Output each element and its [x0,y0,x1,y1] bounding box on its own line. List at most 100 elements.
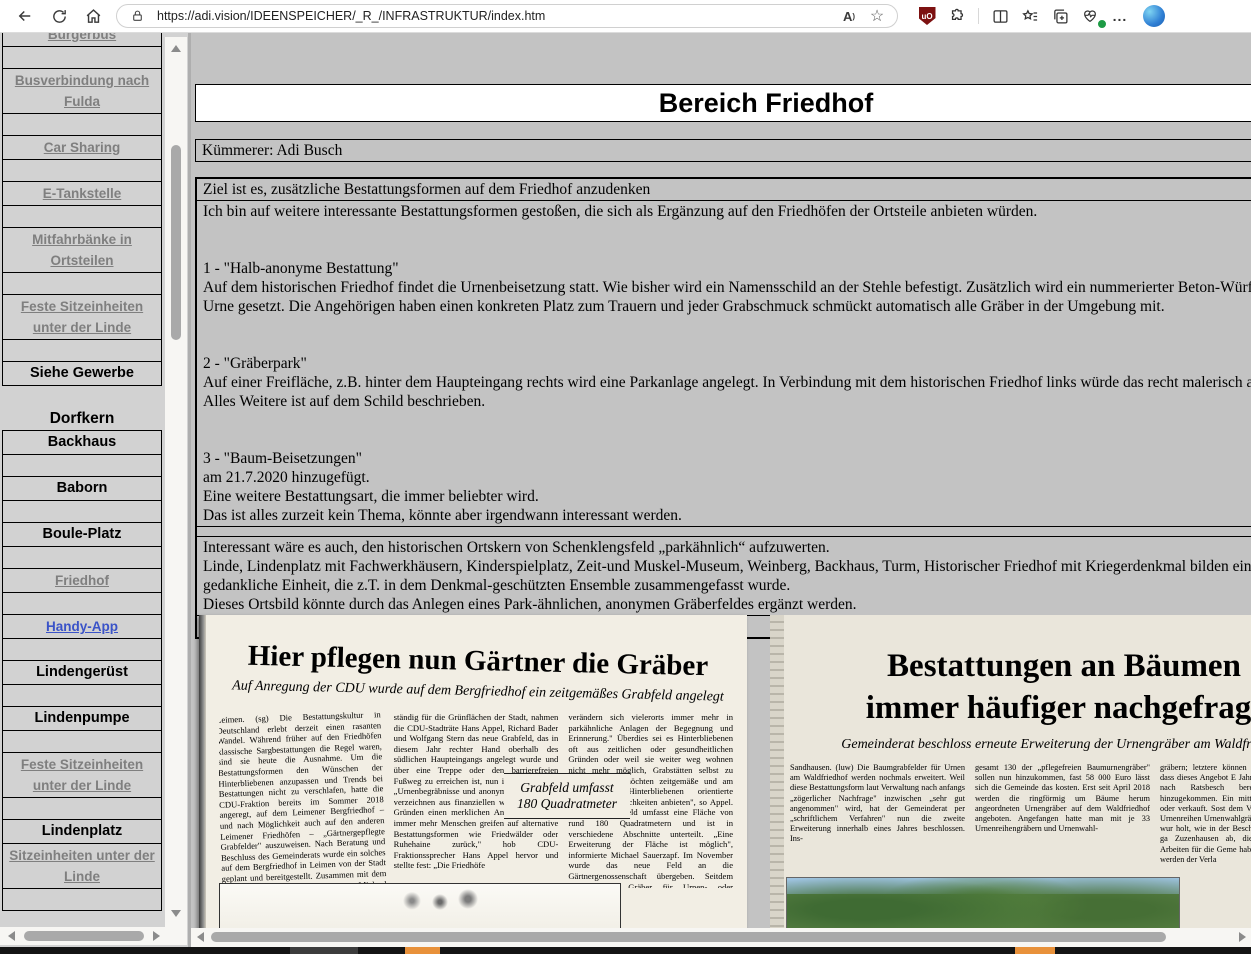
sidebar-item-boule-platz: Boule-Platz [2,522,162,547]
sidebar-item-feste-sitzeinheiten-unter-der-linde[interactable]: Feste Sitzeinheiten unter der Linde [2,294,162,340]
sidebar-item-e-tankstelle[interactable]: E-Tankstelle [2,181,162,206]
pullquote-line2: 180 Quadratmeter [506,796,628,812]
sidebar-item-handy-app[interactable]: Handy-App [2,614,162,639]
lock-icon[interactable] [123,5,151,27]
url-text[interactable]: https://adi.vision/IDEENSPEICHER/_R_/INF… [157,9,835,23]
blank-line [203,240,1251,259]
page-title-box: Bereich Friedhof [195,84,1251,122]
right-article-photo [786,877,1180,935]
sidebar-item-lindenpumpe: Lindenpumpe [2,706,162,731]
scroll-right-arrow[interactable] [1239,932,1246,942]
sidebar-item-b-rgerbus[interactable]: Bürgerbus [2,33,162,47]
paragraph-line: Auf dem historischen Friedhof findet die… [203,278,1251,316]
right-headline-line2: immer häufiger nachgefragt [784,687,1251,729]
extensions-puzzle-icon[interactable] [942,4,972,28]
sidebar-item-mitfahrb-nke-in-ortsteilen[interactable]: Mitfahrbänke in Ortsteilen [2,227,162,273]
sidebar-empty-row [2,592,162,615]
scroll-right-arrow[interactable] [153,931,160,941]
scroll-up-arrow[interactable] [171,45,181,52]
closing-row: Interessant wäre es auch, den historisch… [197,537,1251,616]
ublock-icon[interactable]: uO [912,4,942,28]
paragraph-line: Auf einer Freifläche, z.B. hinter dem Ha… [203,373,1251,411]
right-headline-line1: Bestattungen an Bäumen [784,645,1251,687]
kummerer-box: Kümmerer: Adi Busch [195,139,1251,162]
sidebar-empty-row [2,159,162,182]
pullquote: Grabfeld umfasst 180 Quadratmeter [504,773,630,819]
sidebar-item-backhaus: Backhaus [2,430,162,455]
sidebar-vscroll-thumb[interactable] [171,145,181,340]
sidebar-empty-row [2,500,162,523]
collections-icon[interactable] [1045,4,1075,28]
taskbar-segment-orange [405,947,440,954]
sidebar-item-lindenger-st: Lindengerüst [2,660,162,685]
home-button[interactable] [76,3,110,29]
sidebar-empty-row [2,113,162,136]
paragraph-line: Ich bin auf weitere interessante Bestatt… [203,202,1251,221]
favorites-bar-icon[interactable] [1015,4,1045,28]
newspaper-image-right: Bestattungen an Bäumen immer häufiger na… [770,615,1251,935]
paragraph-line: Linde, Lindenplatz mit Fachwerkhäusern, … [203,557,1251,595]
split-screen-icon[interactable] [985,4,1015,28]
left-article-col1: Leimen. (sg) Die Bestattungskultur in De… [219,712,387,888]
sidebar-hscroll-thumb[interactable] [24,931,144,941]
sidebar-empty-row [2,684,162,707]
page-title: Bereich Friedhof [659,88,874,118]
sidebar-empty-row [2,272,162,295]
copilot-icon[interactable] [1143,5,1165,27]
spacer-row [197,527,1251,537]
paragraph-line: Eine weitere Bestattungsart, die immer b… [203,487,1251,506]
newspaper-image-left: Hier pflegen nun Gärtner die Gräber Auf … [199,615,747,935]
taskbar-segment-orange-2 [1015,947,1055,954]
sidebar-empty-row [2,730,162,753]
sidebar-item-feste-sitzeinheiten-unter-der-linde[interactable]: Feste Sitzeinheiten unter der Linde [2,752,162,798]
sidebar-item-busverbindung-nach-fulda[interactable]: Busverbindung nach Fulda [2,68,162,114]
refresh-button[interactable] [42,3,76,29]
sidebar-empty-row [2,797,162,820]
blank-line [203,221,1251,240]
sidebar-empty-row [2,888,162,911]
sidebar-empty-row [2,454,162,477]
sidebar-section-heading: Dorfkern [2,408,162,429]
browser-toolbar: https://adi.vision/IDEENSPEICHER/_R_/INF… [0,0,1251,33]
more-menu-icon[interactable]: ... [1105,4,1135,28]
sidebar-empty-row [2,546,162,569]
scroll-left-arrow[interactable] [197,932,204,942]
main-horizontal-scrollbar[interactable] [191,928,1251,947]
paragraph-line: am 21.7.2020 hinzugefügt. [203,468,1251,487]
goal-text: Ziel ist es, zusätzliche Bestattungsform… [203,181,650,198]
browser-essentials-icon[interactable] [1075,4,1105,28]
sidebar-horizontal-scrollbar[interactable] [0,927,165,945]
content-box: Ziel ist es, zusätzliche Bestattungsform… [195,177,1251,639]
sidebar-item-siehe-gewerbe: Siehe Gewerbe [2,361,162,386]
scroll-down-arrow[interactable] [171,910,181,917]
sidebar-vertical-scrollbar[interactable] [165,37,187,945]
taskbar-segment-grey [290,947,358,954]
sidebar-item-friedhof[interactable]: Friedhof [2,568,162,593]
clipping-shadow-edge [199,615,206,935]
sidebar-item-lindenplatz: Lindenplatz [2,819,162,844]
main-hscroll-thumb[interactable] [211,932,1166,942]
sidebar-nav: Bürgerbus Busverbindung nach Fulda Car Sha… [2,33,162,911]
right-article-col2: gesamt 130 der „pflegefreien Baumurnengr… [975,763,1150,869]
paper-spine-edge [770,615,784,935]
sidebar-empty-row [2,205,162,228]
blank-line [203,335,1251,354]
essentials-check-badge [1097,19,1107,29]
paragraph-line: 3 - "Baum-Beisetzungen" [203,449,1251,468]
back-button[interactable] [8,3,42,29]
sidebar-item-car-sharing[interactable]: Car Sharing [2,135,162,160]
sidebar-item-sitzeinheiten-unter-der-linde[interactable]: Sitzeinheiten unter der Linde [2,843,162,889]
favorite-star-icon[interactable]: ☆ [863,5,891,27]
scroll-left-arrow[interactable] [8,931,15,941]
read-aloud-icon[interactable]: A) [835,5,863,27]
sidebar-item-baborn: Baborn [2,476,162,501]
kummerer-text: Kümmerer: Adi Busch [202,142,342,159]
right-article-subhead: Gemeinderat beschloss erneute Erweiterun… [784,737,1251,753]
paragraph-line: 2 - "Gräberpark" [203,354,1251,373]
address-bar[interactable]: https://adi.vision/IDEENSPEICHER/_R_/INF… [116,4,898,28]
blank-line [203,316,1251,335]
main-frame: Bereich Friedhof Kümmerer: Adi Busch Zie… [191,33,1251,954]
sidebar-empty-row [2,638,162,661]
taskbar-edge-strip [0,947,1251,954]
body-row: Ich bin auf weitere interessante Bestatt… [197,201,1251,527]
